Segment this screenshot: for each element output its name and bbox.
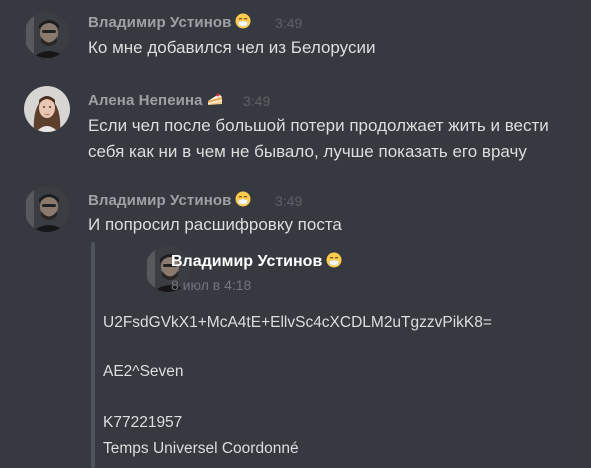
author-name-text: Владимир Устинов: [88, 192, 232, 209]
embed-text-line-2: AE2^Seven: [103, 363, 184, 380]
face-with-medical-mask-icon: [326, 252, 342, 273]
message-text: И попросил расшифровку поста: [88, 215, 342, 234]
message-text-line-1: Если чел после большой потери продолжает…: [88, 116, 549, 135]
embed-text-line-4: Temps Universel Coordonné: [103, 440, 299, 457]
face-with-medical-mask-icon: [235, 13, 251, 33]
author-name[interactable]: Владимир Устинов: [88, 13, 251, 33]
avatar[interactable]: [24, 86, 70, 132]
avatar[interactable]: [24, 12, 70, 58]
message-timestamp: 3:49: [275, 193, 303, 209]
cake-slice-icon: [207, 91, 224, 111]
forwarded-message-embed: Владимир Устинов 8 июл в 4:18 U2FsdGVkX1…: [91, 242, 591, 468]
message-timestamp: 3:49: [275, 15, 303, 31]
author-name-text: Алена Непеина: [88, 92, 203, 109]
message-timestamp: 3:49: [243, 93, 271, 109]
embed-text-line-3: K77221957: [103, 414, 183, 431]
embed-author-text: Владимир Устинов: [171, 253, 323, 270]
embed-text-line-1: U2FsdGVkX1+McA4tE+EllvSc4cXCDLM2uTgzzvPi…: [103, 314, 492, 331]
message-text: Ко мне добавился чел из Белорусии: [88, 38, 376, 57]
avatar[interactable]: [24, 186, 70, 232]
embed-author-name[interactable]: Владимир Устинов: [171, 252, 342, 273]
author-name-text: Владимир Устинов: [88, 14, 232, 31]
message-text-line-2: себя как ни в чем не бывало, лучше показ…: [88, 142, 527, 161]
embed-timestamp: 8 июл в 4:18: [171, 277, 252, 293]
face-with-medical-mask-icon: [235, 191, 251, 211]
embed-accent-bar: [91, 242, 95, 468]
author-name[interactable]: Владимир Устинов: [88, 191, 251, 211]
author-name[interactable]: Алена Непеина: [88, 91, 224, 111]
